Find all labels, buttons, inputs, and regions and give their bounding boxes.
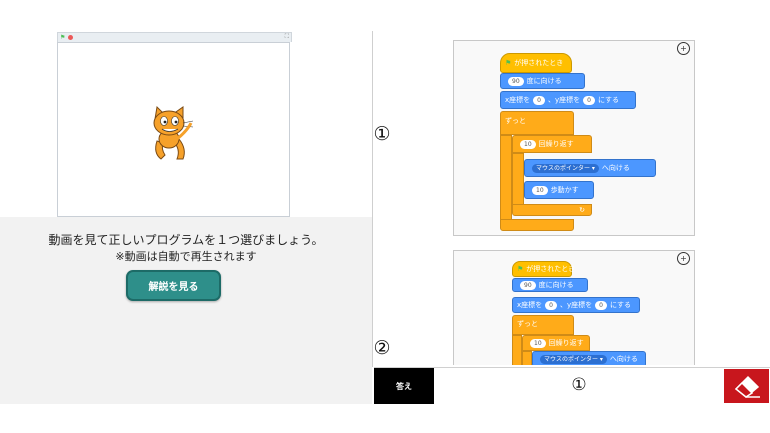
block-input: 90	[520, 280, 536, 290]
green-flag-icon: ⚑	[505, 59, 512, 67]
green-flag-icon: ⚑	[517, 265, 524, 273]
block-text: 歩動かす	[550, 186, 579, 194]
view-explanation-button[interactable]: 解説を見る	[126, 270, 221, 301]
move-steps-block: 10 歩動かす	[524, 181, 594, 199]
answer-label: 答え	[374, 368, 434, 404]
block-text: が押されたとき	[526, 265, 576, 273]
block-text: 度に向ける	[538, 281, 574, 289]
choices-panel[interactable]: ① + ⚑ が押されたとき 90 度に向ける x座標を 0 、y座標を 0 にす…	[374, 0, 770, 365]
block-text: 、y座標を	[559, 301, 593, 309]
block-input: 90	[508, 76, 524, 86]
scratch-cat-icon	[153, 105, 194, 160]
block-input: 0	[595, 300, 607, 310]
choice-card-1[interactable]: + ⚑ が押されたとき 90 度に向ける x座標を 0 、y座標を 0 にする …	[453, 40, 695, 236]
forever-arm	[512, 335, 522, 365]
autoplay-note: ※動画は自動で再生されます	[115, 250, 257, 263]
block-text: 回繰り返す	[548, 339, 584, 347]
forever-block: ずっと	[512, 315, 574, 335]
point-towards-block: マウスのポインター ▾ へ向ける	[524, 159, 656, 177]
block-input: 10	[530, 338, 546, 348]
forever-end	[500, 219, 574, 231]
repeat-arm	[512, 153, 524, 205]
forever-arm	[500, 135, 512, 225]
stage-panel: ⚑ ⛶	[0, 0, 372, 217]
choice-number-2[interactable]: ②	[374, 337, 392, 359]
repeat-end: ↻	[512, 204, 592, 216]
block-text: 度に向ける	[526, 77, 562, 85]
loop-arrow-icon: ↻	[579, 206, 585, 214]
instruction-panel: 動画を見て正しいプログラムを１つ選びましょう。 ※動画は自動で再生されます 解説…	[0, 217, 372, 404]
green-flag-icon[interactable]: ⚑	[60, 34, 65, 41]
when-flag-block: ⚑ が押されたとき	[512, 261, 576, 277]
block-text: x座標を	[517, 301, 543, 309]
block-text: 、y座標を	[547, 96, 581, 104]
bottom-margin	[0, 404, 770, 433]
choice-number-1[interactable]: ①	[374, 123, 392, 145]
block-text: が押されたとき	[514, 59, 564, 67]
repeat-arm	[522, 351, 532, 365]
block-text: へ向ける	[609, 355, 638, 363]
go-to-xy-block: x座標を 0 、y座標を 0 にする	[500, 91, 636, 109]
block-text: にする	[597, 96, 620, 104]
block-input: 0	[533, 95, 545, 105]
block-text: へ向ける	[601, 164, 630, 172]
stop-icon[interactable]	[68, 35, 73, 40]
point-direction-block: 90 度に向ける	[512, 278, 588, 292]
answer-value: ①	[571, 375, 587, 395]
block-input: 0	[583, 95, 595, 105]
block-input: 10	[520, 139, 536, 149]
go-to-xy-block: x座標を 0 、y座標を 0 にする	[512, 297, 640, 313]
repeat-block: 10 回繰り返す	[512, 135, 592, 153]
when-flag-block: ⚑ が押されたとき	[500, 53, 572, 73]
answer-bar: 答え ①	[374, 367, 770, 404]
eraser-icon	[734, 375, 760, 398]
point-direction-block: 90 度に向ける	[500, 73, 585, 89]
stage-header: ⚑ ⛶	[57, 32, 292, 42]
instruction-text: 動画を見て正しいプログラムを１つ選びましょう。	[48, 233, 324, 247]
video-stage	[57, 42, 290, 217]
block-text: にする	[609, 301, 632, 309]
block-input: 0	[545, 300, 557, 310]
forever-block: ずっと	[500, 111, 574, 135]
fullscreen-icon[interactable]: ⛶	[285, 33, 289, 41]
panel-divider	[372, 31, 373, 367]
repeat-block: 10 回繰り返す	[522, 335, 590, 351]
block-input: 10	[532, 185, 548, 195]
block-text: x座標を	[505, 96, 531, 104]
eraser-button[interactable]	[724, 369, 769, 403]
block-text: ずっと	[505, 117, 526, 125]
block-text: ずっと	[517, 320, 538, 328]
zoom-in-icon[interactable]: +	[677, 42, 690, 55]
block-input: マウスのポインター ▾	[532, 163, 599, 173]
choice-card-2[interactable]: + ⚑ が押されたとき 90 度に向ける x座標を 0 、y座標を 0 にする …	[453, 250, 695, 365]
block-input: マウスのポインター ▾	[540, 354, 607, 364]
block-text: 回繰り返す	[538, 140, 574, 148]
zoom-in-icon[interactable]: +	[677, 252, 690, 265]
point-towards-block: マウスのポインター ▾ へ向ける	[532, 351, 646, 365]
